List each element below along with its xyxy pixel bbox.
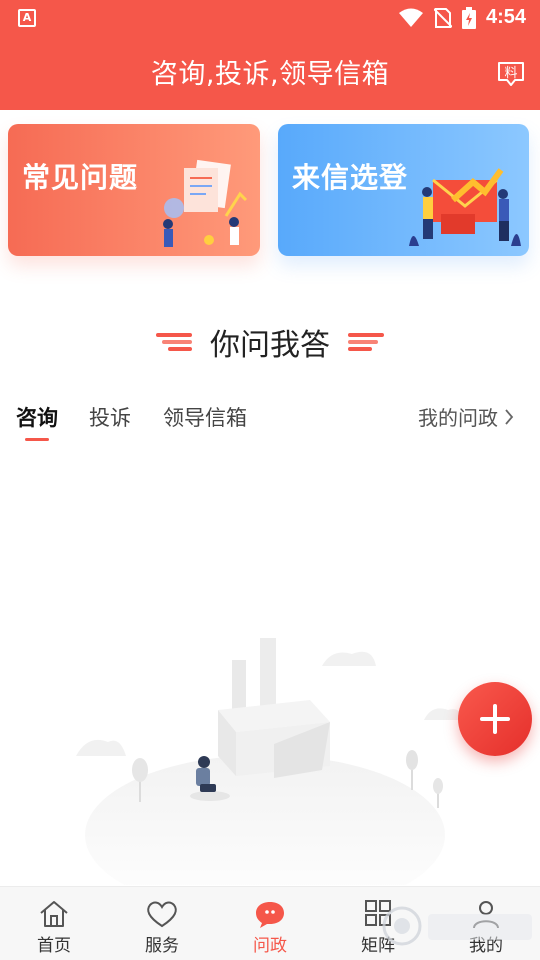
home-icon (40, 901, 68, 927)
nav-inquiry[interactable]: 问政 (216, 887, 324, 960)
plus-icon (480, 704, 510, 734)
my-inquiries-link[interactable]: 我的问政 (418, 402, 514, 431)
tab-bar: 咨询 投诉 领导信箱 我的问政 (0, 398, 540, 442)
featured-letters-card-title: 来信选登 (292, 161, 409, 194)
app-notification-icon: A (18, 9, 36, 27)
new-inquiry-button[interactable] (458, 682, 532, 756)
nav-home-label: 首页 (37, 936, 71, 956)
chevron-right-icon (505, 408, 514, 425)
svg-text:料: 料 (504, 66, 517, 81)
tab-complaint[interactable]: 投诉 (89, 402, 131, 432)
section-title: 你问我答 (210, 328, 330, 363)
wifi-icon (398, 8, 423, 27)
nav-services[interactable]: 服务 (108, 887, 216, 960)
tab-leader-mailbox[interactable]: 领导信箱 (163, 402, 247, 432)
empty-state-illustration (76, 638, 464, 885)
tab-consult[interactable]: 咨询 (16, 402, 58, 432)
status-bar: A 4:54 (0, 0, 540, 36)
nav-home[interactable]: 首页 (0, 887, 108, 960)
nav-inquiry-label: 问政 (253, 936, 287, 956)
title-decoration-left (156, 333, 192, 351)
faq-card[interactable]: 常见问题 (8, 124, 260, 256)
app-header: A 4:54 咨询,投诉,领导信箱 料 (0, 0, 540, 110)
status-right: 4:54 (398, 6, 526, 29)
section-header: 你问我答 (0, 322, 540, 363)
nav-services-label: 服务 (145, 936, 179, 956)
status-time: 4:54 (485, 6, 526, 28)
active-tab-indicator (25, 438, 49, 441)
title-decoration-right (348, 333, 384, 351)
no-sim-icon (433, 7, 452, 28)
page-title: 咨询,投诉,领导信箱 (150, 59, 390, 90)
featured-letters-card[interactable]: 来信选登 (278, 124, 529, 256)
faq-card-title: 常见问题 (22, 161, 139, 194)
report-icon[interactable]: 料 (496, 60, 526, 88)
chat-bubble-icon (256, 902, 284, 928)
faq-illustration (163, 159, 248, 247)
heart-icon (147, 901, 177, 928)
battery-icon (461, 6, 476, 29)
watermark-logo (382, 906, 532, 946)
my-inquiries-label: 我的问政 (418, 406, 498, 430)
letters-illustration (409, 168, 521, 246)
